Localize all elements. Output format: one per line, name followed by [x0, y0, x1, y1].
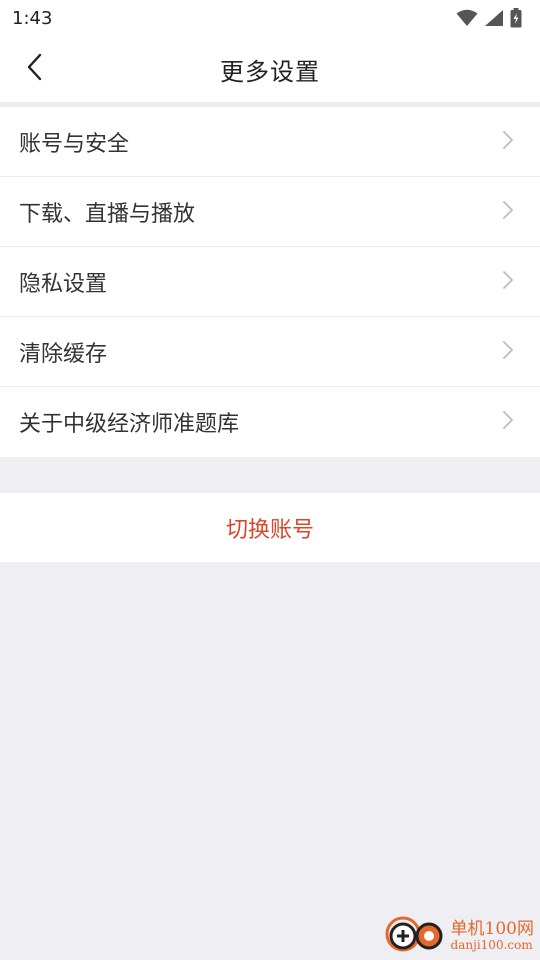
watermark-subtitle: danji100.com	[450, 937, 533, 952]
menu-item-about[interactable]: 关于中级经济师准题库	[0, 387, 540, 457]
watermark-title: 单机100网	[450, 919, 534, 940]
battery-charging-icon	[510, 8, 522, 28]
menu-item-label: 下载、直播与播放	[19, 201, 196, 227]
menu-item-label: 关于中级经济师准题库	[19, 412, 240, 437]
watermark-text: 单机100网 danji100.com	[451, 920, 534, 952]
menu-item-label: 隐私设置	[19, 271, 108, 297]
back-button[interactable]	[10, 45, 58, 93]
menu-item-download-live-playback[interactable]: 下载、直播与播放	[0, 177, 540, 247]
switch-account-label: 切换账号	[225, 517, 314, 543]
menu-item-privacy-settings[interactable]: 隐私设置	[0, 247, 540, 317]
menu-item-label: 账号与安全	[19, 131, 130, 157]
chevron-right-icon	[502, 270, 514, 294]
chevron-right-icon	[502, 340, 514, 364]
status-icons	[456, 8, 522, 28]
chevron-right-icon	[502, 410, 514, 434]
status-bar: 1:43	[0, 0, 540, 36]
wifi-icon	[456, 9, 478, 27]
status-time: 1:43	[12, 7, 53, 29]
chevron-right-icon	[502, 200, 514, 224]
watermark: 单机100网 danji100.com	[383, 914, 534, 958]
switch-account-button[interactable]: 切换账号	[0, 493, 540, 562]
chevron-left-icon	[26, 53, 42, 85]
settings-screen: 1:43 更多设置 账号与安全 下载、直播与播放 隐私设置 清除缓存 关于中级经…	[0, 0, 540, 960]
menu-item-account-security[interactable]: 账号与安全	[0, 107, 540, 177]
menu-item-label: 清除缓存	[19, 341, 108, 367]
chevron-right-icon	[502, 130, 514, 154]
cellular-signal-icon	[484, 9, 504, 27]
nav-bar: 更多设置	[0, 36, 540, 102]
page-title: 更多设置	[220, 57, 320, 86]
watermark-logo-icon	[383, 914, 447, 958]
settings-menu-list: 账号与安全 下载、直播与播放 隐私设置 清除缓存 关于中级经济师准题库	[0, 107, 540, 457]
menu-item-clear-cache[interactable]: 清除缓存	[0, 317, 540, 387]
